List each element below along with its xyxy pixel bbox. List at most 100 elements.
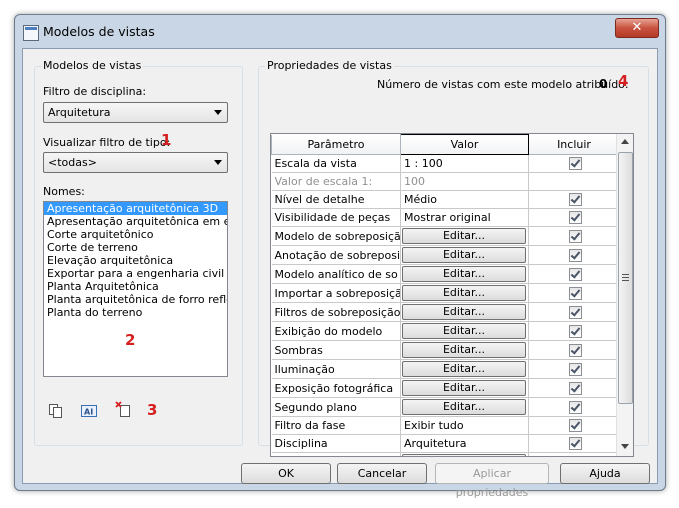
include-checkbox[interactable] (569, 305, 582, 319)
include-cell (528, 154, 620, 173)
apply-properties-button[interactable]: Aplicar propriedades (435, 463, 549, 499)
rename-icon[interactable]: AI (81, 403, 97, 419)
table-row[interactable]: Filtro da fase Exibir tudo (271, 416, 620, 435)
table-row[interactable]: Filtros de sobreposição Editar... (271, 302, 620, 322)
include-checkbox[interactable] (569, 324, 582, 338)
list-item[interactable]: Apresentação arquitetônica 3D (44, 202, 227, 215)
edit-button[interactable]: Editar... (402, 247, 526, 263)
include-checkbox[interactable] (569, 267, 582, 281)
value-cell[interactable]: Editar... (400, 226, 529, 246)
include-checkbox[interactable] (569, 419, 582, 433)
edit-button[interactable]: Editar... (402, 304, 526, 320)
include-checkbox[interactable] (569, 400, 582, 414)
table-row[interactable]: Exposição fotográfica Editar... (271, 378, 620, 398)
view-properties-group-title: Propriedades de vistas (265, 59, 394, 72)
table-row[interactable]: Modelo analítico de so Editar... (271, 264, 620, 284)
app-window-icon (23, 25, 39, 41)
edit-button[interactable]: Editar... (402, 266, 526, 282)
value-cell[interactable]: Editar... (400, 359, 529, 379)
include-checkbox[interactable] (569, 455, 582, 456)
table-row[interactable]: Segundo plano Editar... (271, 397, 620, 417)
table-row[interactable]: Nível de detalhe Médio (271, 190, 620, 209)
table-row[interactable]: Exibição do modelo Editar... (271, 321, 620, 341)
edit-button[interactable]: Editar... (402, 361, 526, 377)
value-cell[interactable]: Editar... (400, 245, 529, 265)
close-button[interactable]: ✕ (615, 18, 659, 38)
edit-button[interactable]: Editar... (402, 380, 526, 396)
properties-grid: Parâmetro Valor Incluir Escala da vista 1… (270, 133, 634, 457)
discipline-filter-dropdown[interactable]: Arquitetura (43, 102, 228, 123)
value-cell[interactable]: Editar... (400, 264, 529, 284)
table-row[interactable]: Modelo de sobreposiçã Editar... (271, 226, 620, 246)
include-checkbox[interactable] (569, 248, 582, 262)
column-header-parameter[interactable]: Parâmetro (271, 134, 401, 155)
list-item[interactable]: Planta do terreno (44, 306, 227, 319)
scroll-up-icon[interactable] (621, 139, 629, 144)
edit-button[interactable]: Editar... (402, 342, 526, 358)
title-bar[interactable]: Modelos de vistas ✕ (15, 15, 665, 49)
table-row[interactable]: Iluminação Editar... (271, 359, 620, 379)
table-row[interactable]: Importar a sobreposiçã Editar... (271, 283, 620, 303)
table-row[interactable]: Valor de escala 1: 100 (271, 172, 620, 191)
value-cell[interactable]: Mostrar original (400, 208, 529, 227)
edit-button[interactable]: Editar... (402, 399, 526, 415)
value-cell[interactable]: Médio (400, 190, 529, 209)
list-item[interactable]: Planta arquitetônica de forro refletido (44, 293, 227, 306)
list-item[interactable]: Corte arquitetônico (44, 228, 227, 241)
include-checkbox[interactable] (569, 286, 582, 300)
value-cell[interactable]: Editar... (400, 378, 529, 398)
value-cell[interactable]: 1 : 100 (400, 154, 529, 173)
value-cell[interactable]: Arquitetura (400, 434, 529, 453)
help-button[interactable]: Ajuda (560, 463, 650, 484)
type-filter-dropdown[interactable]: <todas> (43, 152, 228, 173)
include-checkbox[interactable] (569, 157, 582, 171)
include-checkbox[interactable] (569, 211, 582, 225)
include-cell (528, 359, 620, 379)
edit-button[interactable]: Editar... (402, 228, 526, 244)
ok-button[interactable]: OK (241, 463, 331, 484)
table-row[interactable]: Configurações de rendEditar... (271, 452, 620, 456)
duplicate-icon[interactable] (48, 403, 64, 419)
value-cell[interactable]: Exibir tudo (400, 416, 529, 435)
edit-button[interactable]: Editar... (402, 454, 526, 456)
list-item[interactable]: Planta Arquitetônica (44, 280, 227, 293)
column-header-value[interactable]: Valor (400, 134, 529, 155)
list-item[interactable]: Elevação arquitetônica (44, 254, 227, 267)
cancel-button[interactable]: Cancelar (337, 463, 427, 484)
column-header-include[interactable]: Incluir (528, 134, 620, 155)
discipline-filter-label: Filtro de disciplina: (43, 85, 147, 98)
table-row[interactable]: Escala da vista 1 : 100 (271, 154, 620, 173)
value-cell[interactable]: Editar... (400, 321, 529, 341)
edit-button[interactable]: Editar... (402, 285, 526, 301)
svg-text:AI: AI (84, 408, 93, 417)
list-item[interactable]: Corte de terreno (44, 241, 227, 254)
value-cell[interactable]: Editar... (400, 452, 529, 456)
table-row[interactable]: Visibilidade de peças Mostrar original (271, 208, 620, 227)
table-row[interactable]: Disciplina Arquitetura (271, 434, 620, 453)
value-cell[interactable]: Editar... (400, 397, 529, 417)
value-cell[interactable]: Editar... (400, 283, 529, 303)
include-checkbox[interactable] (569, 193, 582, 207)
include-checkbox[interactable] (569, 343, 582, 357)
value-cell[interactable]: 100 (400, 172, 529, 191)
list-item[interactable]: Exportar para a engenharia civil (44, 267, 227, 280)
table-row[interactable]: Sombras Editar... (271, 340, 620, 360)
dialog-window: Modelos de vistas ✕ Modelos de vistas Fi… (14, 14, 666, 499)
views-count-label: Número de vistas com este modelo atribuí… (377, 78, 629, 91)
edit-button[interactable]: Editar... (402, 323, 526, 339)
include-checkbox[interactable] (569, 381, 582, 395)
names-listbox[interactable]: Apresentação arquitetônica 3D Apresentaçã… (43, 201, 228, 377)
properties-scrollbar[interactable] (616, 134, 633, 456)
table-row[interactable]: Anotação de sobreposi Editar... (271, 245, 620, 265)
list-item[interactable]: Apresentação arquitetônica em eleva (44, 215, 227, 228)
scroll-down-icon[interactable] (621, 444, 629, 449)
include-checkbox[interactable] (569, 229, 582, 243)
include-checkbox[interactable] (569, 362, 582, 376)
include-checkbox[interactable] (569, 437, 582, 451)
delete-icon[interactable] (115, 401, 131, 417)
parameter-cell: Modelo de sobreposiçã (271, 226, 401, 246)
value-cell[interactable]: Editar... (400, 340, 529, 360)
view-properties-group: Propriedades de vistas Número de vistas … (258, 59, 649, 457)
value-cell[interactable]: Editar... (400, 302, 529, 322)
scroll-thumb[interactable] (618, 152, 633, 404)
